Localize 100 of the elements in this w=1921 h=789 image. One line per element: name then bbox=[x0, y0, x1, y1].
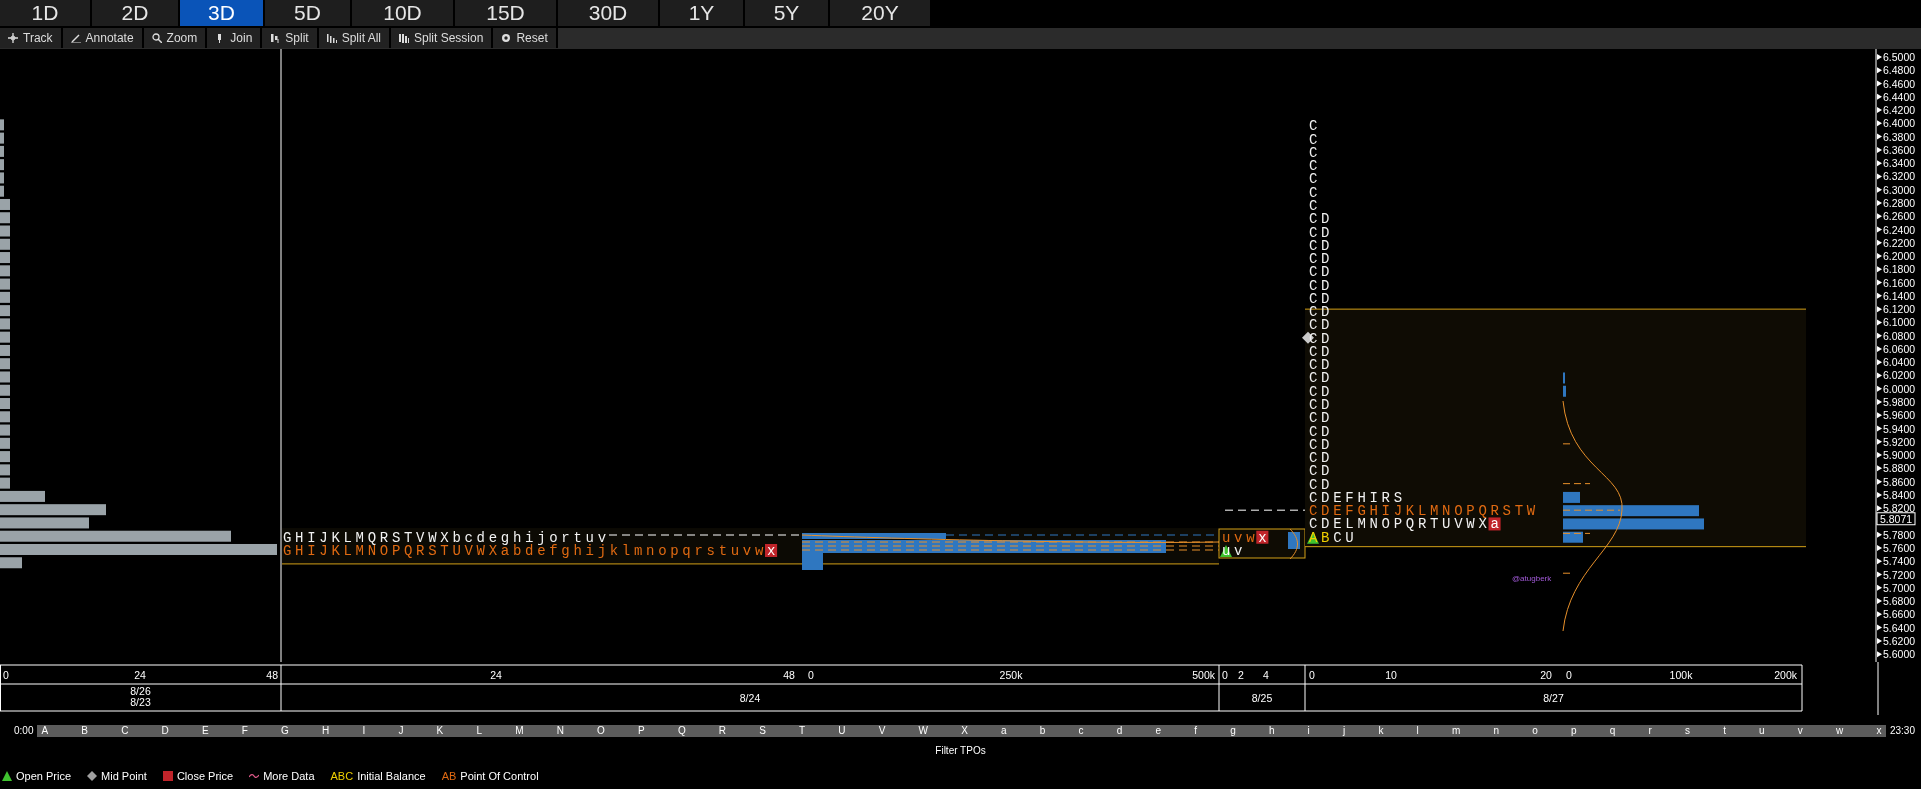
filter-letter[interactable]: a bbox=[1001, 724, 1007, 737]
histogram-bar bbox=[0, 318, 10, 330]
range-tab[interactable]: 10D bbox=[352, 0, 453, 26]
legend-sample: AB bbox=[441, 769, 457, 784]
triangle-icon bbox=[2, 771, 12, 782]
range-tab[interactable]: 5D bbox=[265, 0, 350, 26]
tpo-filter-bar[interactable]: A B C D E F G H I J K L M N O P Q R S T U V W X a b c d e f g h i j k l m n o p q r s t u v w x bbox=[37, 724, 1886, 737]
filter-letter[interactable]: P bbox=[638, 724, 645, 737]
filter-letter[interactable]: q bbox=[1609, 724, 1616, 737]
diamond-icon bbox=[87, 771, 98, 782]
legend-label: Mid Point bbox=[101, 769, 147, 784]
range-tab[interactable]: 5Y bbox=[745, 0, 828, 26]
range-tab[interactable]: 3D bbox=[180, 0, 263, 26]
toolbar-button[interactable]: Join bbox=[207, 28, 263, 48]
filter-letter[interactable]: L bbox=[476, 724, 482, 737]
price-label: 6.1200 bbox=[1883, 303, 1916, 316]
filter-letter[interactable]: d bbox=[1116, 724, 1123, 737]
histogram-bar bbox=[0, 331, 10, 343]
price-label: 5.8200 bbox=[1883, 502, 1916, 515]
filter-letter[interactable]: m bbox=[1452, 724, 1461, 737]
tpo-letters: CD bbox=[1309, 397, 1334, 413]
filter-letter[interactable]: c bbox=[1078, 724, 1084, 737]
filter-letter[interactable]: k bbox=[1378, 724, 1384, 737]
filter-letter[interactable]: n bbox=[1493, 724, 1500, 737]
filter-letter[interactable]: j bbox=[1343, 724, 1346, 737]
filter-letter[interactable]: D bbox=[161, 724, 169, 737]
filter-letter[interactable]: A bbox=[41, 724, 49, 737]
filter-letter[interactable]: g bbox=[1230, 724, 1236, 737]
range-tab[interactable]: 1D bbox=[0, 0, 90, 26]
price-label: 6.2000 bbox=[1883, 250, 1916, 263]
square-icon bbox=[162, 771, 173, 782]
histogram-bar bbox=[0, 265, 10, 277]
filter-letter[interactable]: R bbox=[718, 724, 727, 737]
filter-letter[interactable]: h bbox=[1268, 724, 1275, 737]
price-label: 6.0200 bbox=[1883, 369, 1916, 382]
axis-tick-label: 48 bbox=[783, 669, 795, 681]
filter-letter[interactable]: B bbox=[81, 724, 88, 737]
filter-letter[interactable]: G bbox=[281, 724, 289, 737]
filter-letter[interactable]: E bbox=[201, 724, 209, 737]
price-label: 6.2800 bbox=[1883, 196, 1916, 209]
range-tab[interactable]: 20Y bbox=[830, 0, 930, 26]
filter-letter[interactable]: s bbox=[1684, 724, 1690, 737]
crosshair-icon bbox=[8, 33, 18, 43]
toolbar-button[interactable]: Reset bbox=[493, 28, 558, 48]
filter-letter[interactable]: I bbox=[362, 724, 366, 737]
filter-letter[interactable]: K bbox=[436, 724, 444, 737]
histogram-bar bbox=[0, 358, 10, 370]
axis-tick-label: 250k bbox=[999, 669, 1023, 681]
filter-letter[interactable]: p bbox=[1571, 724, 1577, 737]
axis-tick-label: 0 bbox=[1222, 669, 1228, 681]
price-label: 6.0600 bbox=[1883, 342, 1916, 355]
price-label: 6.0400 bbox=[1883, 356, 1916, 369]
toolbar-button[interactable]: Split bbox=[262, 28, 319, 48]
range-tab[interactable]: 2D bbox=[92, 0, 178, 26]
range-tab[interactable]: 15D bbox=[455, 0, 556, 26]
filter-letter[interactable]: X bbox=[961, 724, 968, 737]
range-tab[interactable]: 1Y bbox=[660, 0, 743, 26]
filter-letter[interactable]: b bbox=[1039, 724, 1046, 737]
filter-letter[interactable]: i bbox=[1307, 724, 1310, 737]
histogram-bar bbox=[0, 278, 10, 290]
filter-letter[interactable]: f bbox=[1194, 724, 1197, 737]
filter-letter[interactable]: U bbox=[838, 724, 846, 737]
price-label: 6.1800 bbox=[1883, 263, 1916, 276]
open-letter: u bbox=[1220, 543, 1232, 559]
filter-letter[interactable]: u bbox=[1759, 724, 1765, 737]
filter-letter[interactable]: t bbox=[1723, 724, 1726, 737]
filter-letter[interactable]: Q bbox=[677, 724, 686, 737]
range-tab[interactable]: 30D bbox=[558, 0, 658, 26]
filter-letter[interactable]: v bbox=[1797, 724, 1803, 737]
filter-letter[interactable]: T bbox=[799, 724, 806, 737]
toolbar-button[interactable]: Split All bbox=[318, 28, 391, 48]
price-label: 6.2400 bbox=[1883, 223, 1916, 236]
filter-letter[interactable]: o bbox=[1532, 724, 1538, 737]
filter-letter[interactable]: O bbox=[597, 724, 605, 737]
legend-label: More Data bbox=[263, 769, 315, 784]
axis-tick-label: 20 bbox=[1540, 669, 1552, 681]
filter-letter[interactable]: r bbox=[1648, 724, 1652, 737]
filter-letter[interactable]: S bbox=[759, 724, 766, 737]
histogram-bar bbox=[0, 557, 22, 569]
filter-letter[interactable]: J bbox=[398, 724, 404, 737]
filter-letter[interactable]: C bbox=[121, 724, 129, 737]
filter-letter[interactable]: M bbox=[515, 724, 524, 737]
poc-letters: uvw bbox=[1222, 529, 1259, 546]
filter-letter[interactable]: N bbox=[556, 724, 564, 737]
toolbar-button[interactable]: Zoom bbox=[143, 28, 208, 48]
filter-letter[interactable]: x bbox=[1876, 724, 1882, 737]
toolbar-button[interactable]: Split Session bbox=[391, 28, 494, 48]
toolbar-button[interactable]: Annotate bbox=[62, 28, 144, 48]
filter-letter[interactable]: l bbox=[1416, 724, 1419, 737]
filter-letter[interactable]: H bbox=[322, 724, 330, 737]
filter-letter[interactable]: W bbox=[918, 724, 929, 737]
histogram-bar bbox=[0, 291, 10, 303]
toolbar-button[interactable]: Track bbox=[0, 28, 63, 48]
price-label: 6.5000 bbox=[1883, 51, 1916, 63]
bars-icon bbox=[326, 33, 337, 43]
filter-letter[interactable]: F bbox=[241, 724, 248, 737]
filter-letter[interactable]: w bbox=[1836, 724, 1844, 737]
filter-letter[interactable]: V bbox=[878, 724, 886, 737]
price-label: 6.3400 bbox=[1883, 157, 1916, 170]
filter-letter[interactable]: e bbox=[1155, 724, 1161, 737]
